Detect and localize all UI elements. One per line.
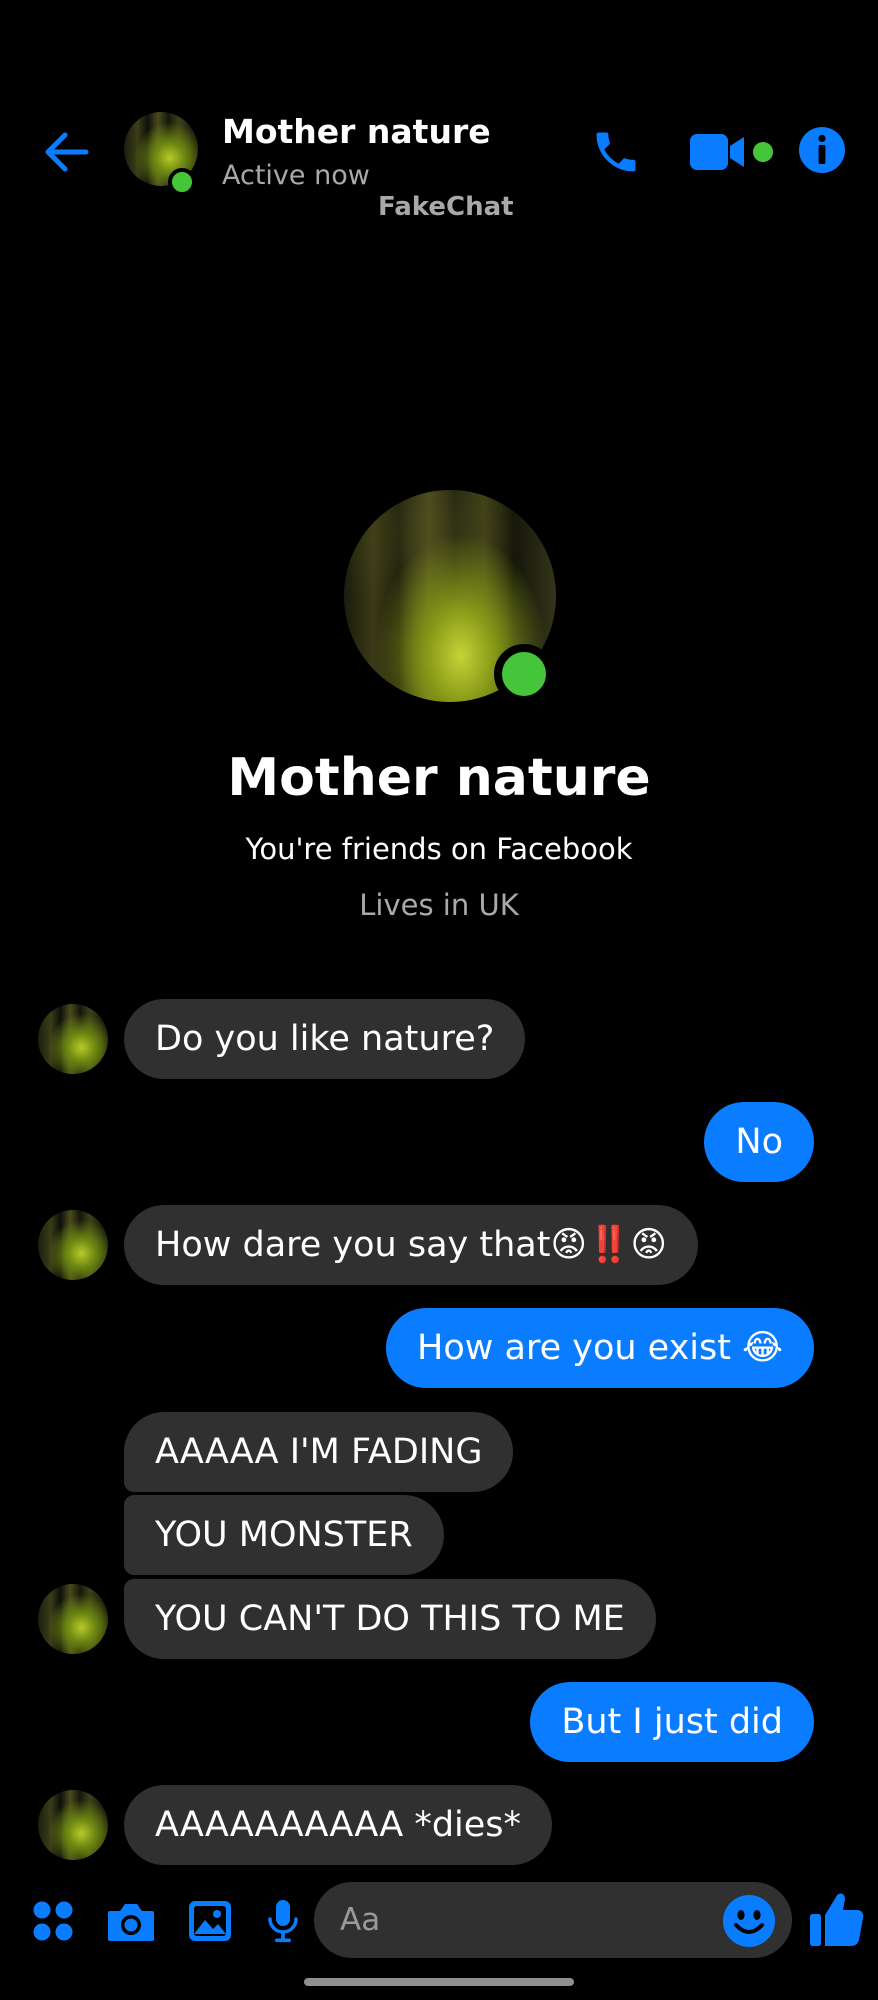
watermark-text: FakeChat (378, 192, 514, 222)
video-active-dot (753, 142, 773, 162)
microphone-icon (268, 1900, 298, 1943)
message-avatar[interactable] (38, 1790, 108, 1860)
image-icon (189, 1901, 231, 1941)
apps-button[interactable] (26, 1894, 80, 1948)
message-bubble-incoming[interactable]: AAAAAAAAAA *dies* (124, 1785, 553, 1865)
home-indicator[interactable] (304, 1978, 574, 1986)
message-bubble-incoming[interactable]: Do you like nature? (124, 999, 526, 1079)
message-avatar[interactable] (38, 1584, 108, 1654)
message-composer (0, 1874, 878, 1966)
smiley-icon (723, 1895, 775, 1947)
camera-icon (108, 1904, 154, 1941)
contact-name[interactable]: Mother nature (222, 112, 491, 151)
message-bubble-outgoing[interactable]: How are you exist 😂 (386, 1308, 814, 1388)
message-bubble-outgoing[interactable]: But I just did (530, 1682, 814, 1762)
online-indicator (168, 168, 196, 196)
message-input[interactable] (314, 1882, 792, 1958)
message-bubble-incoming[interactable]: AAAAA I'M FADING (124, 1412, 514, 1492)
message-bubble-incoming[interactable]: YOU MONSTER (124, 1495, 444, 1575)
chat-header: Mother nature Active now FakeChat (0, 0, 878, 240)
thumbs-up-icon (810, 1893, 864, 1946)
message-avatar[interactable] (38, 1004, 108, 1074)
emoji-button[interactable] (722, 1894, 776, 1948)
arrow-left-icon (45, 132, 89, 172)
back-button[interactable] (38, 126, 94, 178)
info-icon (799, 127, 845, 173)
profile-name: Mother nature (227, 748, 651, 808)
apps-grid-icon (33, 1901, 73, 1941)
message-bubble-incoming[interactable]: YOU CAN'T DO THIS TO ME (124, 1579, 656, 1659)
active-status: Active now (222, 160, 370, 191)
message-avatar[interactable] (38, 1210, 108, 1280)
like-button[interactable] (808, 1888, 864, 1948)
message-bubble-outgoing[interactable]: No (704, 1102, 814, 1182)
location-text: Lives in UK (359, 888, 519, 922)
camera-button[interactable] (104, 1894, 158, 1948)
audio-call-button[interactable] (588, 124, 644, 180)
phone-icon (596, 132, 636, 172)
info-button[interactable] (798, 126, 846, 174)
friends-status: You're friends on Facebook (245, 832, 633, 866)
gallery-button[interactable] (183, 1894, 237, 1948)
video-camera-icon (690, 134, 744, 170)
profile-online-indicator (494, 644, 554, 704)
voice-button[interactable] (256, 1894, 310, 1948)
message-bubble-incoming[interactable]: How dare you say that😡‼️😡 (124, 1205, 699, 1285)
